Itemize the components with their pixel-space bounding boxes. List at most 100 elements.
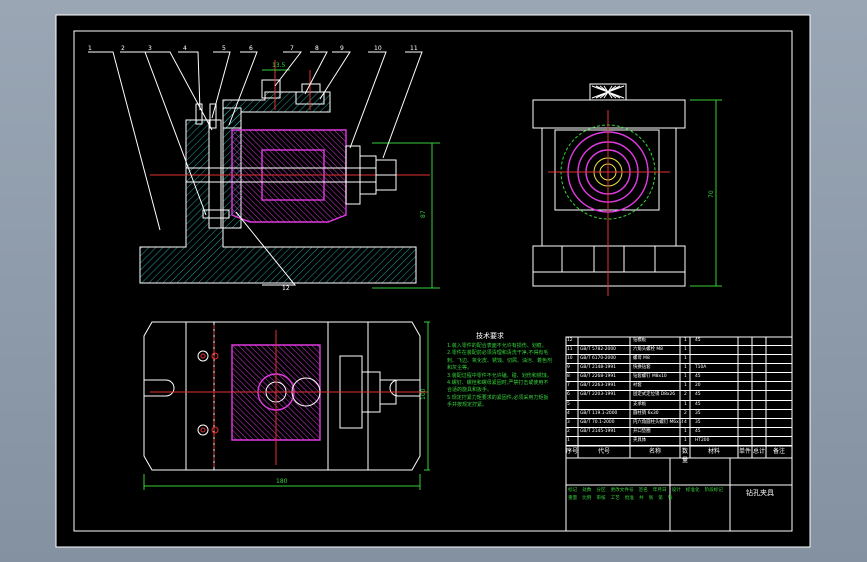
parts-cell-mat: HT200 — [695, 437, 710, 443]
balloon-12: 12 — [282, 285, 290, 292]
parts-cell-code: GB/T 2203-1991 — [580, 392, 616, 398]
parts-cell-no: 5 — [567, 401, 570, 407]
balloon-5: 5 — [222, 45, 226, 52]
parts-cell-qty: 1 — [684, 437, 687, 443]
parts-cell-code — [579, 337, 632, 345]
sign-label: 重量 — [568, 496, 578, 501]
parts-list: 12 钻模板 1 45 11 GB/T 5782-2000 六角头螺栓 M8 1 10 GB/T … — [566, 337, 792, 446]
parts-cell-name: 快换钻套 — [633, 365, 651, 371]
header-remark: 备注 — [772, 448, 785, 455]
sign-label: 设计 — [671, 488, 681, 493]
parts-cell-no: 10 — [567, 356, 573, 362]
parts-cell-name: 夹具体 — [633, 437, 647, 443]
drill-plate — [222, 91, 331, 129]
parts-cell-qty: 1 — [684, 383, 687, 389]
sign-label: 年月日 — [652, 488, 667, 493]
parts-cell-mat: 45 — [695, 338, 701, 343]
sign-label: 批准 — [624, 496, 635, 501]
sign-label: 张 — [667, 496, 673, 501]
parts-cell-mat — [694, 355, 743, 363]
parts-cell-name: 钻模板 — [633, 338, 647, 343]
dim-180: 180 — [276, 478, 288, 485]
sign-label: 签名 — [638, 488, 648, 493]
parts-row: 12 钻模板 1 45 — [566, 337, 792, 347]
parts-cell-no: 4 — [567, 410, 570, 416]
balloon-7: 7 — [290, 45, 294, 52]
header-total: 总计 — [752, 448, 765, 455]
dim-13: 13.5 — [272, 62, 286, 69]
parts-cell-code — [579, 401, 632, 409]
parts-cell-qty: 1 — [684, 374, 687, 380]
front-view: 87 13.5 — [139, 60, 440, 289]
parts-cell-code: GB/T 2268-1991 — [580, 374, 616, 380]
parts-cell-code: GB/T 2145-1991 — [580, 428, 616, 434]
sign-label: 标记 — [568, 488, 578, 493]
parts-row: 8 GB/T 2268-1991 钻套螺钉 M8x10 1 45 — [566, 373, 792, 383]
parts-cell-code: GB/T 2263-1991 — [580, 383, 616, 389]
parts-cell-code: GB/T 2148-1991 — [580, 365, 616, 371]
balloon-9: 9 — [340, 45, 344, 52]
parts-cell-no: 7 — [567, 383, 570, 389]
parts-cell-name: 六角头螺栓 M8 — [633, 347, 663, 353]
parts-cell-mat: 45 — [695, 392, 701, 398]
balloon-2: 2 — [121, 45, 125, 52]
parts-row: 2 GB/T 2145-1991 开口垫圈 1 45 — [566, 428, 792, 437]
balloon-6: 6 — [249, 45, 253, 52]
parts-cell-mat: 45 — [695, 401, 701, 407]
sign-label: 张 — [648, 496, 654, 501]
sign-label: 阶段标记 — [704, 488, 723, 493]
sign-label: 分区 — [596, 488, 606, 493]
tech-req-line: 4.螺钉、螺栓和螺母紧固时,严禁打击或使用不合适的旋具和扳手。 — [447, 380, 549, 394]
workpiece — [231, 129, 347, 223]
parts-cell-qty: 1 — [684, 347, 687, 353]
tech-req-title: 技术要求 — [476, 331, 504, 340]
parts-cell-mat: T10A — [695, 365, 707, 371]
balloon-4: 4 — [183, 45, 187, 52]
parts-cell-qty: 2 — [684, 392, 687, 398]
parts-header: 序号 代号 名称 数量 材料 单件 总计 备注 — [566, 446, 792, 464]
balloon-1: 1 — [88, 45, 92, 52]
parts-row: 9 GB/T 2148-1991 快换钻套 1 T10A — [566, 364, 792, 374]
balloon-10: 10 — [374, 45, 382, 52]
parts-cell-mat: 45 — [695, 428, 701, 434]
top-view: 180 100 — [143, 321, 430, 490]
parts-cell-qty: 1 — [684, 401, 687, 407]
parts-cell-code: GB/T 6170-2000 — [580, 356, 616, 362]
sign-label: 更改文件号 — [610, 488, 634, 493]
parts-cell-no: 12 — [567, 338, 573, 343]
parts-row: 10 GB/T 6170-2000 螺母 M8 1 — [566, 355, 792, 365]
parts-cell-name: 螺母 M8 — [633, 356, 650, 362]
sign-label: 共 — [639, 496, 644, 501]
balloon-11: 11 — [410, 45, 418, 52]
sign-label: 审核 — [596, 496, 606, 501]
parts-cell-mat — [694, 346, 743, 354]
sign-label: 第 — [658, 496, 663, 501]
parts-row: 7 GB/T 2263-1991 衬套 1 20 — [566, 382, 792, 392]
header-qty: 数量 — [681, 448, 688, 464]
parts-row: 5 支承板 1 45 — [566, 401, 792, 410]
parts-cell-qty: 1 — [684, 428, 687, 434]
sign-label: 比例 — [582, 496, 592, 501]
parts-cell-mat: 35 — [695, 410, 701, 416]
sign-label: 处数 — [582, 488, 592, 493]
parts-cell-name: 固定式定位销 D8x26 — [633, 392, 676, 398]
tech-req-lines: 1.装入零件的配合表面不允许有损伤、划痕。 2.零件在装配前必须清理和清洗干净,不… — [447, 343, 553, 410]
parts-cell-name: 支承板 — [633, 401, 647, 407]
parts-cell-mat: 35 — [695, 419, 701, 425]
parts-cell-qty: 1 — [684, 338, 687, 343]
header-unit: 单件 — [738, 448, 751, 455]
sign-area: 标记 处数 分区 更改文件号 签名 年月日 设计 标准化 阶段标记 重量 比例 审核 工艺 批准共张第张 — [566, 485, 730, 531]
parts-cell-code: GB/T 5782-2000 — [580, 347, 616, 353]
parts-row: 6 GB/T 2203-1991 固定式定位销 D8x26 2 45 — [566, 391, 792, 401]
parts-cell-no: 11 — [567, 347, 573, 353]
cad-viewport[interactable]: 87 13.5 1 2 3 4 5 6 7 8 9 10 11 12 70 18… — [0, 0, 867, 562]
parts-cell-name: 钻套螺钉 M8x10 — [633, 374, 667, 380]
dim-70: 70 — [708, 190, 715, 198]
parts-cell-qty: 1 — [684, 356, 687, 362]
parts-cell-name: 内六角圆柱头螺钉 M6x16 — [633, 419, 683, 425]
tech-requirements: 技术要求 — [476, 331, 504, 340]
parts-cell-qty: 1 — [684, 365, 687, 371]
dim-87: 87 — [420, 210, 427, 218]
header-code: 代号 — [597, 448, 610, 455]
drawing-name: 钻孔夹具 — [746, 489, 774, 497]
